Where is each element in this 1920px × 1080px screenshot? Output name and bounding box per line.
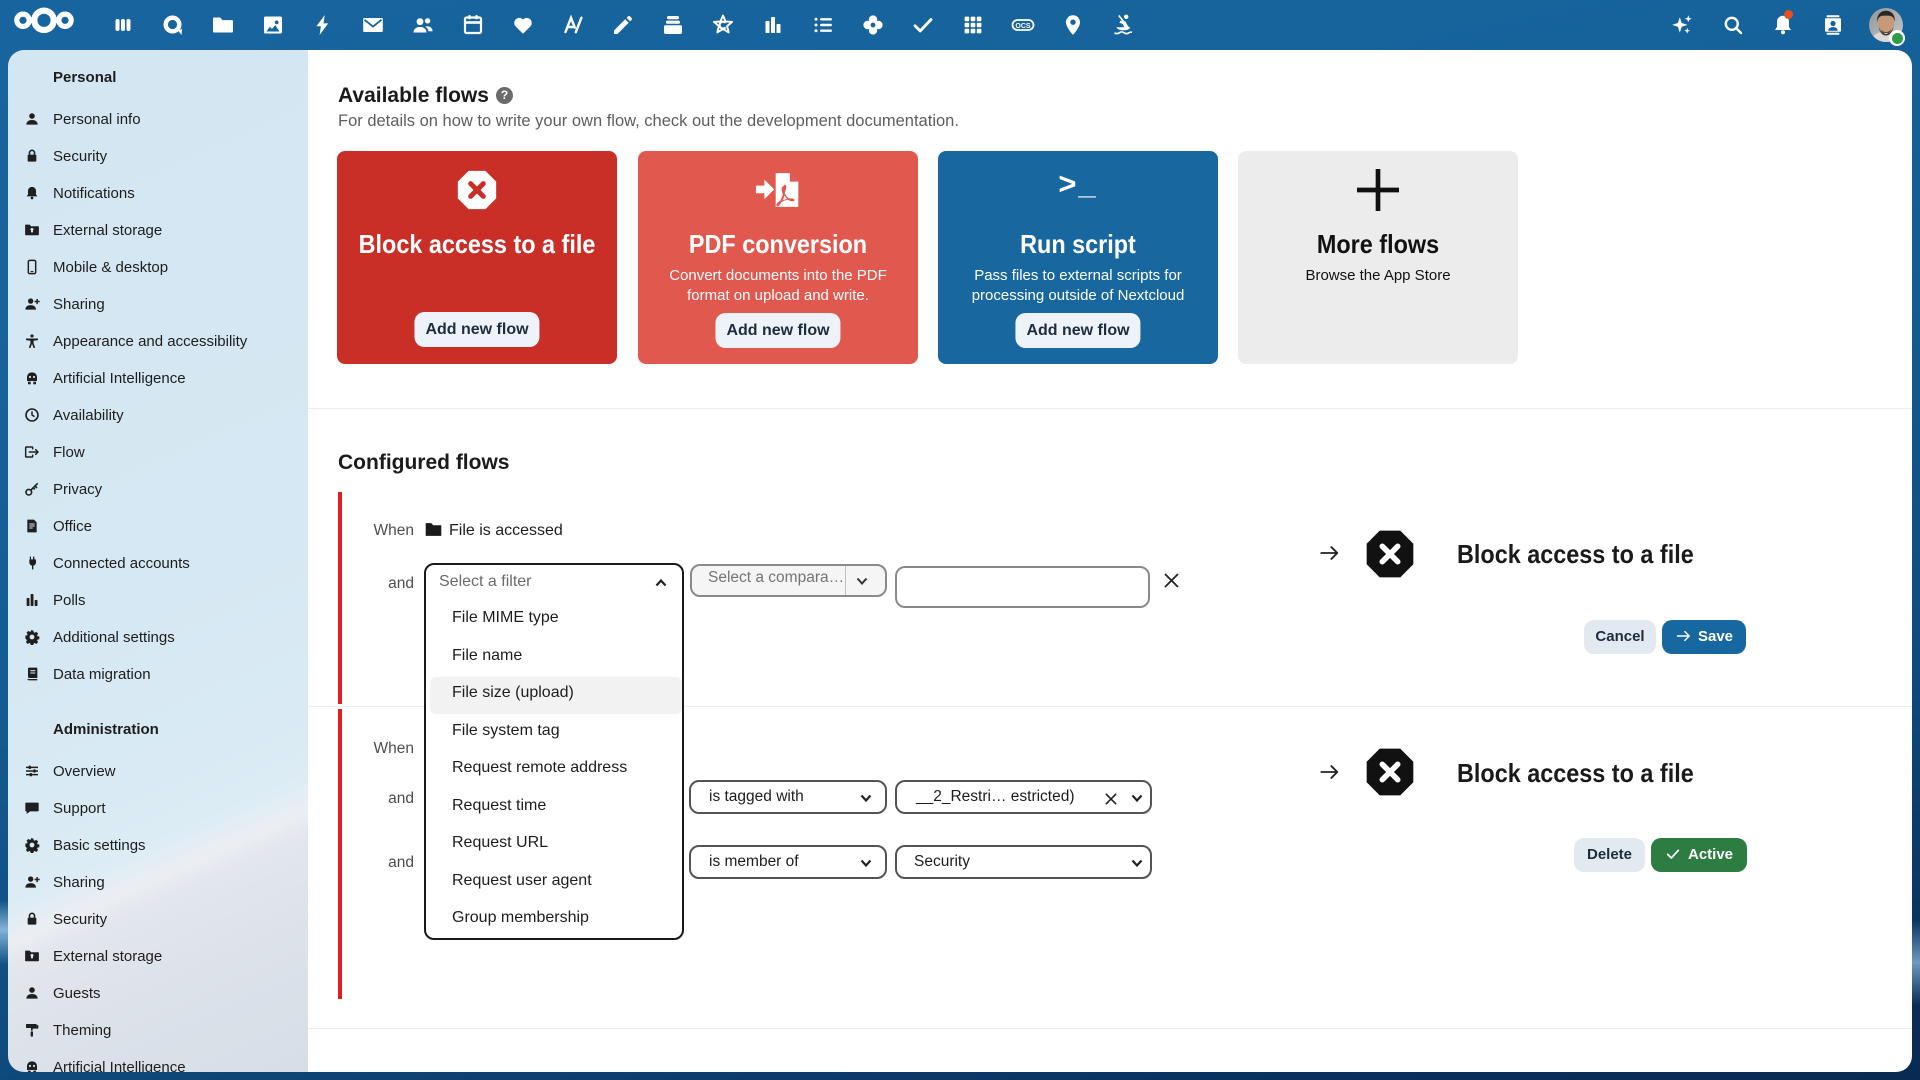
svg-text:OCS: OCS xyxy=(1015,23,1031,30)
